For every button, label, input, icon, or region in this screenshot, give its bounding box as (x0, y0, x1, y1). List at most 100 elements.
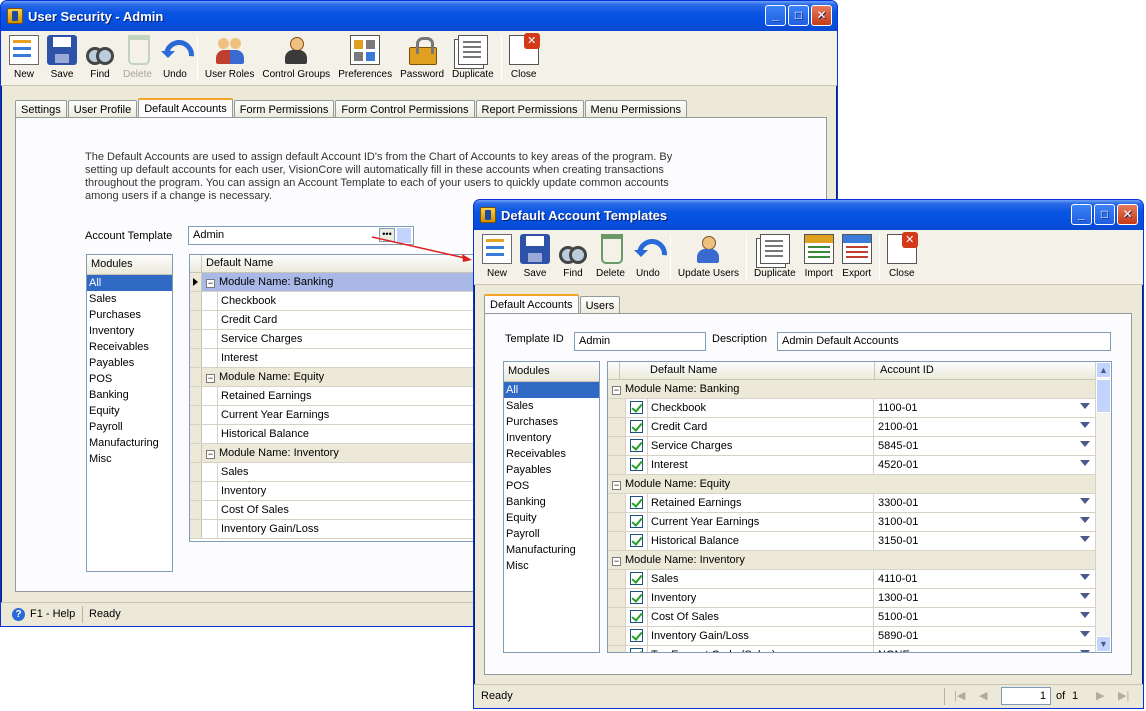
account-id-cell[interactable]: 5845-01 (874, 437, 1094, 455)
user-roles-button[interactable]: User Roles (201, 35, 258, 85)
group-row[interactable]: − Module Name: Banking (190, 273, 488, 292)
module-item-misc[interactable]: Misc (87, 451, 172, 467)
table-row[interactable]: Service Charges 5845-01 (608, 437, 1096, 456)
group-row[interactable]: − Module Name: Inventory (608, 551, 1096, 570)
account-id-cell[interactable]: 5100-01 (874, 608, 1094, 626)
chevron-down-icon[interactable] (1080, 536, 1090, 542)
next-page-icon[interactable]: ▶ (1096, 689, 1104, 702)
account-id-cell[interactable]: 3150-01 (874, 532, 1094, 550)
table-row[interactable]: Sales 4110-01 (608, 570, 1096, 589)
collapse-icon[interactable]: − (206, 374, 215, 383)
chevron-down-icon[interactable] (1080, 460, 1090, 466)
enabled-checkbox[interactable] (630, 515, 643, 528)
table-row[interactable]: Inventory (190, 482, 488, 501)
enabled-checkbox[interactable] (630, 610, 643, 623)
module-item-equity[interactable]: Equity (87, 403, 172, 419)
table-row[interactable]: Service Charges (190, 330, 488, 349)
module-item-misc[interactable]: Misc (504, 558, 599, 574)
module-item-sales[interactable]: Sales (87, 291, 172, 307)
new-button[interactable]: New (5, 35, 43, 85)
scroll-thumb[interactable] (1096, 379, 1111, 413)
module-item-equity[interactable]: Equity (504, 510, 599, 526)
group-row[interactable]: − Module Name: Banking (608, 380, 1096, 399)
table-row[interactable]: Sales (190, 463, 488, 482)
table-row[interactable]: Retained Earnings (190, 387, 488, 406)
collapse-icon[interactable]: − (612, 481, 621, 490)
account-id-cell[interactable]: NONE (874, 646, 1094, 652)
module-item-receivables[interactable]: Receivables (87, 339, 172, 355)
template-dropdown-icon[interactable] (397, 228, 411, 243)
update-users-button[interactable]: Update Users (674, 234, 743, 284)
chevron-down-icon[interactable] (1080, 422, 1090, 428)
chevron-down-icon[interactable] (1080, 517, 1090, 523)
close-button[interactable]: Close (505, 33, 543, 85)
account-id-cell[interactable]: 3100-01 (874, 513, 1094, 531)
template-id-field[interactable]: Admin (574, 332, 706, 351)
maximize-button[interactable]: □ (1094, 204, 1115, 225)
account-id-cell[interactable]: 3300-01 (874, 494, 1094, 512)
preferences-button[interactable]: Preferences (334, 35, 396, 85)
account-id-cell[interactable]: 1100-01 (874, 399, 1094, 417)
collapse-icon[interactable]: − (612, 386, 621, 395)
module-item-payroll[interactable]: Payroll (87, 419, 172, 435)
templates-titlebar[interactable]: Default Account Templates _ □ ✕ (474, 200, 1143, 230)
table-row[interactable]: Checkbook (190, 292, 488, 311)
export-button[interactable]: Export (838, 234, 876, 284)
table-row[interactable]: Cost Of Sales (190, 501, 488, 520)
import-button[interactable]: Import (800, 234, 838, 284)
table-row[interactable]: Historical Balance 3150-01 (608, 532, 1096, 551)
grid-vertical-scrollbar[interactable]: ▲ ▼ (1095, 362, 1111, 652)
collapse-icon[interactable]: − (612, 557, 621, 566)
new-button[interactable]: New (478, 234, 516, 284)
table-row[interactable]: Credit Card 2100-01 (608, 418, 1096, 437)
table-row[interactable]: Inventory Gain/Loss 5890-01 (608, 627, 1096, 646)
table-row[interactable]: Interest 4520-01 (608, 456, 1096, 475)
close-window-button[interactable]: ✕ (811, 5, 832, 26)
enabled-checkbox[interactable] (630, 496, 643, 509)
group-row[interactable]: − Module Name: Equity (190, 368, 488, 387)
module-item-all[interactable]: All (504, 382, 599, 398)
table-row[interactable]: Inventory Gain/Loss (190, 520, 488, 539)
enabled-checkbox[interactable] (630, 534, 643, 547)
enabled-checkbox[interactable] (630, 572, 643, 585)
chevron-down-icon[interactable] (1080, 574, 1090, 580)
control-groups-button[interactable]: Control Groups (258, 35, 334, 85)
chevron-down-icon[interactable] (1080, 593, 1090, 599)
close-window-button[interactable]: ✕ (1117, 204, 1138, 225)
scroll-down-button[interactable]: ▼ (1096, 636, 1111, 652)
minimize-button[interactable]: _ (765, 5, 786, 26)
save-button[interactable]: Save (516, 234, 554, 284)
account-id-cell[interactable]: 5890-01 (874, 627, 1094, 645)
module-item-purchases[interactable]: Purchases (87, 307, 172, 323)
password-button[interactable]: Password (396, 35, 448, 85)
minimize-button[interactable]: _ (1071, 204, 1092, 225)
table-row[interactable]: Checkbook 1100-01 (608, 399, 1096, 418)
chevron-down-icon[interactable] (1080, 441, 1090, 447)
table-row[interactable]: Interest (190, 349, 488, 368)
table-row[interactable]: Tax Exempt Code (Sales) NONE (608, 646, 1096, 652)
module-item-purchases[interactable]: Purchases (504, 414, 599, 430)
table-row[interactable]: Inventory 1300-01 (608, 589, 1096, 608)
close-button[interactable]: Close (883, 232, 921, 284)
collapse-icon[interactable]: − (206, 279, 215, 288)
account-id-cell[interactable]: 4520-01 (874, 456, 1094, 474)
page-number-field[interactable]: 1 (1001, 687, 1051, 705)
prev-page-icon[interactable]: ◀ (979, 689, 987, 702)
duplicate-button[interactable]: Duplicate (750, 234, 800, 284)
find-button[interactable]: Find (81, 35, 119, 85)
module-item-inventory[interactable]: Inventory (504, 430, 599, 446)
account-id-cell[interactable]: 4110-01 (874, 570, 1094, 588)
enabled-checkbox[interactable] (630, 439, 643, 452)
ellipsis-button[interactable]: ••• (379, 228, 395, 242)
account-template-field[interactable]: Admin ••• (188, 226, 414, 245)
account-id-cell[interactable]: 2100-01 (874, 418, 1094, 436)
module-item-receivables[interactable]: Receivables (504, 446, 599, 462)
first-page-icon[interactable]: |◀ (954, 689, 965, 702)
module-item-banking[interactable]: Banking (504, 494, 599, 510)
enabled-checkbox[interactable] (630, 591, 643, 604)
module-item-pos[interactable]: POS (504, 478, 599, 494)
table-row[interactable]: Cost Of Sales 5100-01 (608, 608, 1096, 627)
module-item-manufacturing[interactable]: Manufacturing (504, 542, 599, 558)
module-item-manufacturing[interactable]: Manufacturing (87, 435, 172, 451)
last-page-icon[interactable]: ▶| (1118, 689, 1129, 702)
